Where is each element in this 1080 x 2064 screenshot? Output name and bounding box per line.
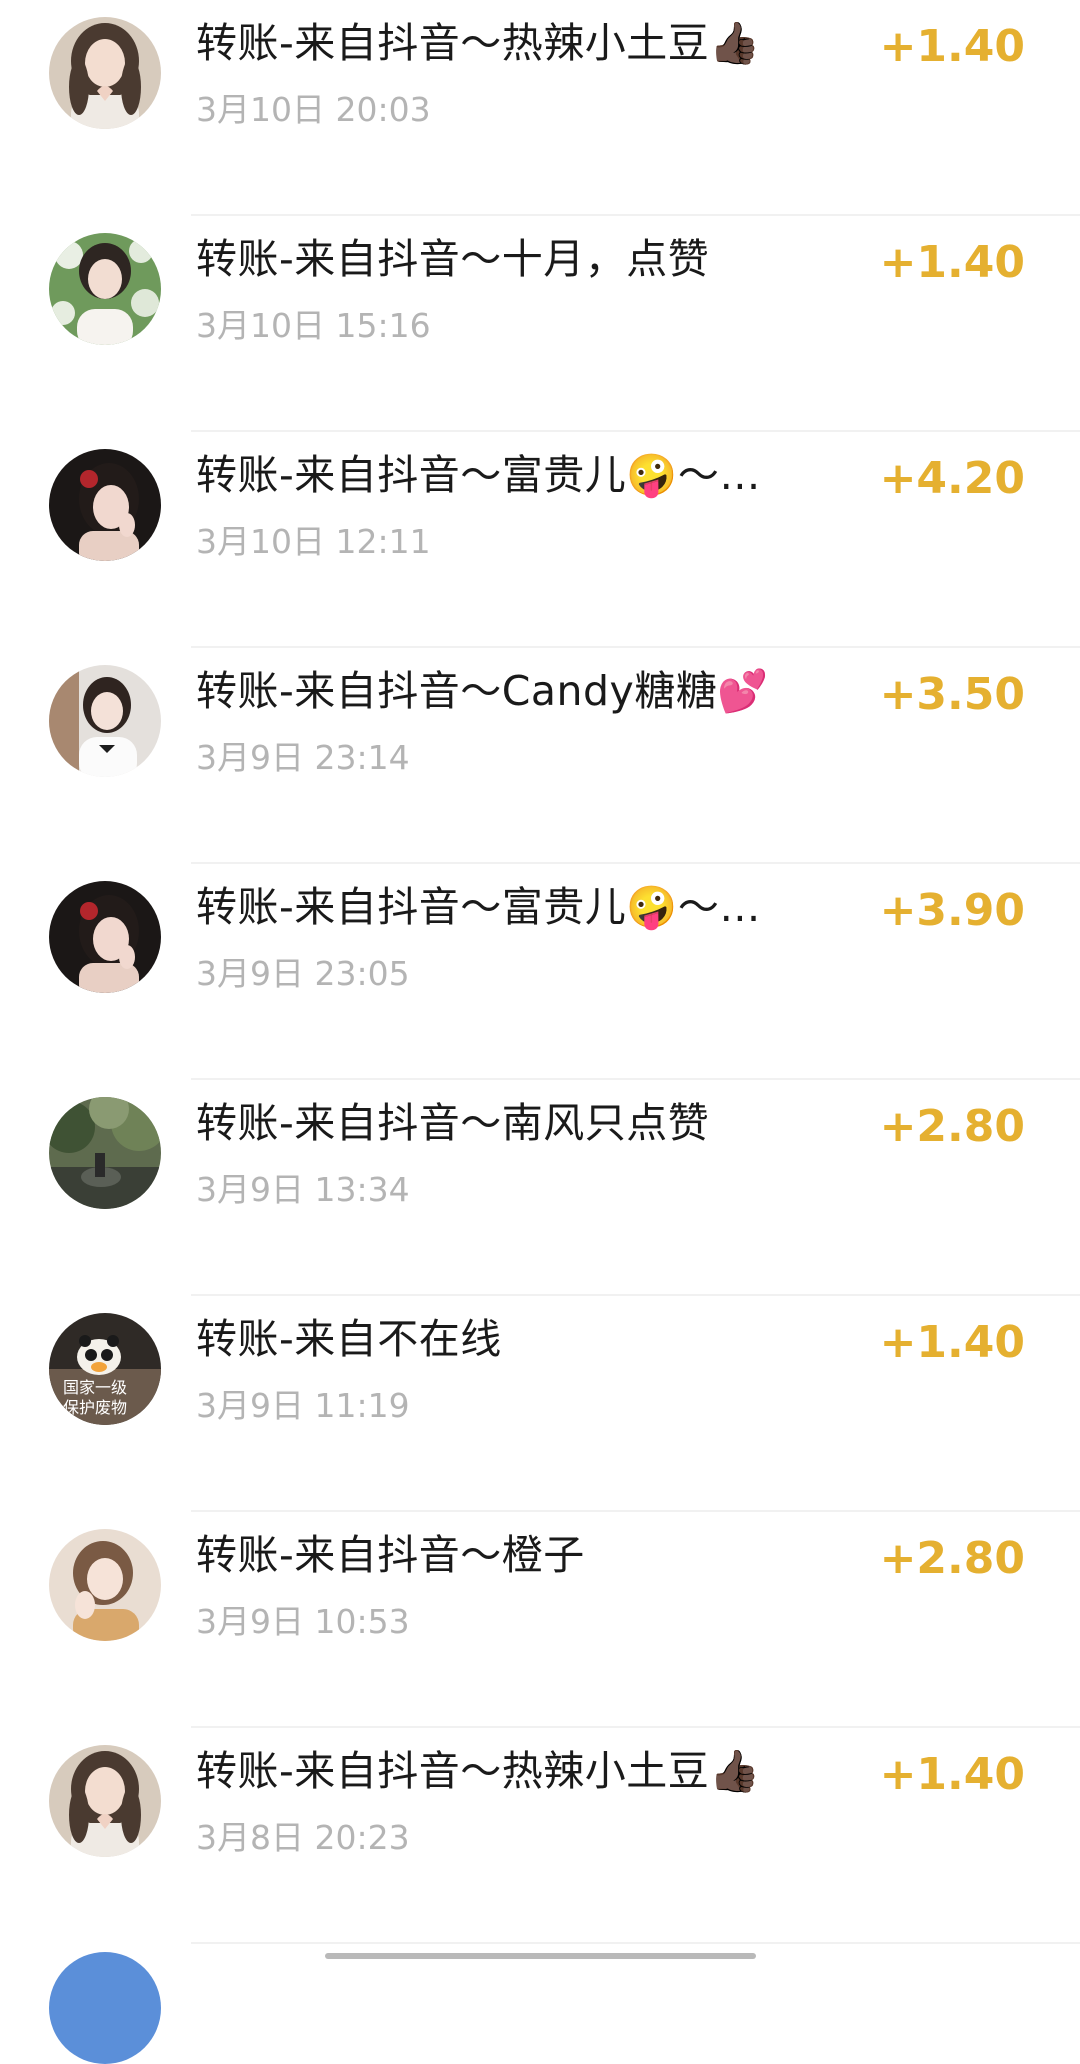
transaction-row[interactable]: 转账-来自抖音～Candy糖糖💕 3月9日 23:14 +3.50 (0, 648, 1080, 864)
transaction-row[interactable]: 转账-来自抖音～十月，点赞 3月10日 15:16 +1.40 (0, 216, 1080, 432)
transaction-time: 3月9日 23:14 (196, 738, 410, 777)
transaction-amount: +1.40 (879, 1317, 1025, 1368)
transaction-amount: +3.90 (879, 885, 1025, 936)
avatar[interactable] (49, 449, 161, 561)
avatar-caption-line-1: 国家一级 (63, 1378, 127, 1397)
avatar[interactable] (49, 665, 161, 777)
next-row-avatar-peek (49, 1952, 161, 2064)
transaction-row[interactable]: 转账-来自抖音～南风只点赞 3月9日 13:34 +2.80 (0, 1080, 1080, 1296)
avatar-caption-line-2: 保护废物 (63, 1398, 127, 1417)
transaction-title: 转账-来自抖音～热辣小土豆👍🏿 (196, 1747, 761, 1795)
home-indicator[interactable] (325, 1953, 756, 1959)
transaction-row[interactable]: 转账-来自抖音～富贵儿🤪～… 3月10日 12:11 +4.20 (0, 432, 1080, 648)
transaction-time: 3月10日 15:16 (196, 306, 431, 345)
avatar[interactable] (49, 1745, 161, 1857)
transaction-time: 3月9日 11:19 (196, 1386, 410, 1425)
transaction-row[interactable]: 转账-来自抖音～热辣小土豆👍🏿 3月10日 20:03 +1.40 (0, 0, 1080, 216)
transaction-title: 转账-来自抖音～热辣小土豆👍🏿 (196, 19, 761, 67)
transaction-time: 3月10日 12:11 (196, 522, 431, 561)
row-divider (191, 1942, 1080, 1944)
avatar[interactable] (49, 1097, 161, 1209)
transaction-time: 3月9日 23:05 (196, 954, 410, 993)
transaction-title: 转账-来自抖音～十月，点赞 (196, 235, 710, 283)
transaction-amount: +1.40 (879, 1749, 1025, 1800)
avatar[interactable] (49, 233, 161, 345)
avatar[interactable]: 国家一级 保护废物 (49, 1313, 161, 1425)
avatar[interactable] (49, 17, 161, 129)
transaction-amount: +2.80 (879, 1533, 1025, 1584)
avatar[interactable] (49, 1529, 161, 1641)
transaction-row[interactable]: 国家一级 保护废物 转账-来自不在线 3月9日 11:19 +1.40 (0, 1296, 1080, 1512)
avatar[interactable] (49, 881, 161, 993)
transaction-time: 3月9日 13:34 (196, 1170, 410, 1209)
transaction-row[interactable]: 转账-来自抖音～热辣小土豆👍🏿 3月8日 20:23 +1.40 (0, 1728, 1080, 1944)
transaction-title: 转账-来自抖音～Candy糖糖💕 (196, 667, 769, 715)
transaction-amount: +2.80 (879, 1101, 1025, 1152)
transaction-amount: +1.40 (879, 237, 1025, 288)
transaction-time: 3月10日 20:03 (196, 90, 431, 129)
transaction-title: 转账-来自不在线 (196, 1315, 502, 1363)
transaction-title: 转账-来自抖音～富贵儿🤪～… (196, 451, 761, 499)
transaction-title: 转账-来自抖音～南风只点赞 (196, 1099, 710, 1147)
transaction-title: 转账-来自抖音～富贵儿🤪～… (196, 883, 761, 931)
transaction-row[interactable]: 转账-来自抖音～橙子 3月9日 10:53 +2.80 (0, 1512, 1080, 1728)
transaction-time: 3月8日 20:23 (196, 1818, 410, 1857)
transaction-row[interactable]: 转账-来自抖音～富贵儿🤪～… 3月9日 23:05 +3.90 (0, 864, 1080, 1080)
transaction-title: 转账-来自抖音～橙子 (196, 1531, 585, 1579)
transaction-time: 3月9日 10:53 (196, 1602, 410, 1641)
transaction-amount: +4.20 (879, 453, 1025, 504)
transaction-amount: +1.40 (879, 21, 1025, 72)
transaction-list: 转账-来自抖音～热辣小土豆👍🏿 3月10日 20:03 +1.40 转账-来自抖… (0, 0, 1080, 1944)
transaction-amount: +3.50 (879, 669, 1025, 720)
